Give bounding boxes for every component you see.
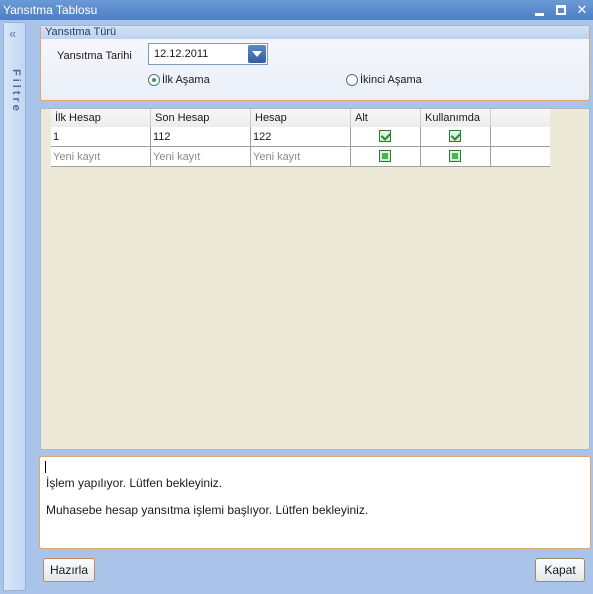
checkbox-checked-icon[interactable] — [449, 130, 461, 142]
new-row[interactable]: Yeni kayıt Yeni kayıt Yeni kayıt — [51, 147, 550, 167]
col-header-filler — [491, 109, 550, 127]
new-row-son-hesap[interactable]: Yeni kayıt — [151, 147, 251, 167]
cell-filler — [491, 147, 550, 167]
cell-ilk-hesap[interactable]: 1 — [51, 127, 151, 147]
radio-unselected-icon[interactable] — [346, 74, 358, 86]
maximize-icon[interactable] — [553, 2, 569, 18]
reflection-type-group: Yansıtma Türü Yansıtma Tarihi 12.12.2011… — [40, 25, 590, 101]
checkbox-checked-icon[interactable] — [379, 130, 391, 142]
radio-second-stage[interactable]: İkinci Aşama — [346, 74, 422, 86]
new-row-kullanimda[interactable] — [421, 147, 491, 167]
new-row-hesap[interactable]: Yeni kayıt — [251, 147, 351, 167]
date-value[interactable]: 12.12.2011 — [154, 48, 208, 60]
checkbox-indeterminate-icon[interactable] — [449, 150, 461, 162]
filter-label: Filtre — [10, 69, 22, 114]
log-line: Muhasebe hesap yansıtma işlemi başlıyor.… — [46, 503, 369, 517]
log-line: İşlem yapılıyor. Lütfen bekleyiniz. — [46, 476, 223, 490]
col-header-alt[interactable]: Alt — [351, 109, 421, 127]
col-header-ilk-hesap[interactable]: İlk Hesap — [51, 109, 151, 127]
title-bar: Yansıtma Tablosu ✕ — [0, 0, 593, 20]
col-header-kullanimda[interactable]: Kullanımda — [421, 109, 491, 127]
close-icon[interactable]: ✕ — [574, 2, 590, 18]
minimize-icon[interactable] — [532, 2, 548, 18]
account-grid: İlk Hesap Son Hesap Hesap Alt Kullanımda… — [40, 108, 590, 450]
group-title: Yansıtma Türü — [41, 26, 589, 39]
cell-son-hesap[interactable]: 112 — [151, 127, 251, 147]
table-row[interactable]: 1 112 122 — [51, 127, 550, 147]
grid-header: İlk Hesap Son Hesap Hesap Alt Kullanımda — [51, 109, 550, 127]
col-header-son-hesap[interactable]: Son Hesap — [151, 109, 251, 127]
log-output[interactable]: İşlem yapılıyor. Lütfen bekleyiniz. Muha… — [39, 456, 591, 549]
dropdown-arrow-icon[interactable] — [248, 45, 266, 63]
checkbox-indeterminate-icon[interactable] — [379, 150, 391, 162]
radio-first-stage[interactable]: İlk Aşama — [148, 74, 210, 86]
radio-selected-icon[interactable] — [148, 74, 160, 86]
cell-filler — [491, 127, 550, 147]
window-title: Yansıtma Tablosu — [3, 3, 98, 17]
radio-first-stage-label: İlk Aşama — [162, 74, 210, 86]
date-label: Yansıtma Tarihi — [57, 50, 132, 62]
new-row-ilk-hesap[interactable]: Yeni kayıt — [51, 147, 151, 167]
radio-second-stage-label: İkinci Aşama — [360, 74, 422, 86]
col-header-hesap[interactable]: Hesap — [251, 109, 351, 127]
new-row-alt[interactable] — [351, 147, 421, 167]
text-caret — [45, 461, 46, 473]
close-button[interactable]: Kapat — [535, 558, 585, 582]
prepare-button[interactable]: Hazırla — [43, 558, 95, 582]
cell-kullanimda[interactable] — [421, 127, 491, 147]
expand-chevron-icon[interactable]: « — [9, 26, 16, 41]
cell-hesap[interactable]: 122 — [251, 127, 351, 147]
filter-panel-collapsed[interactable]: « Filtre — [3, 22, 26, 591]
cell-alt[interactable] — [351, 127, 421, 147]
date-picker[interactable]: 12.12.2011 — [148, 43, 268, 65]
